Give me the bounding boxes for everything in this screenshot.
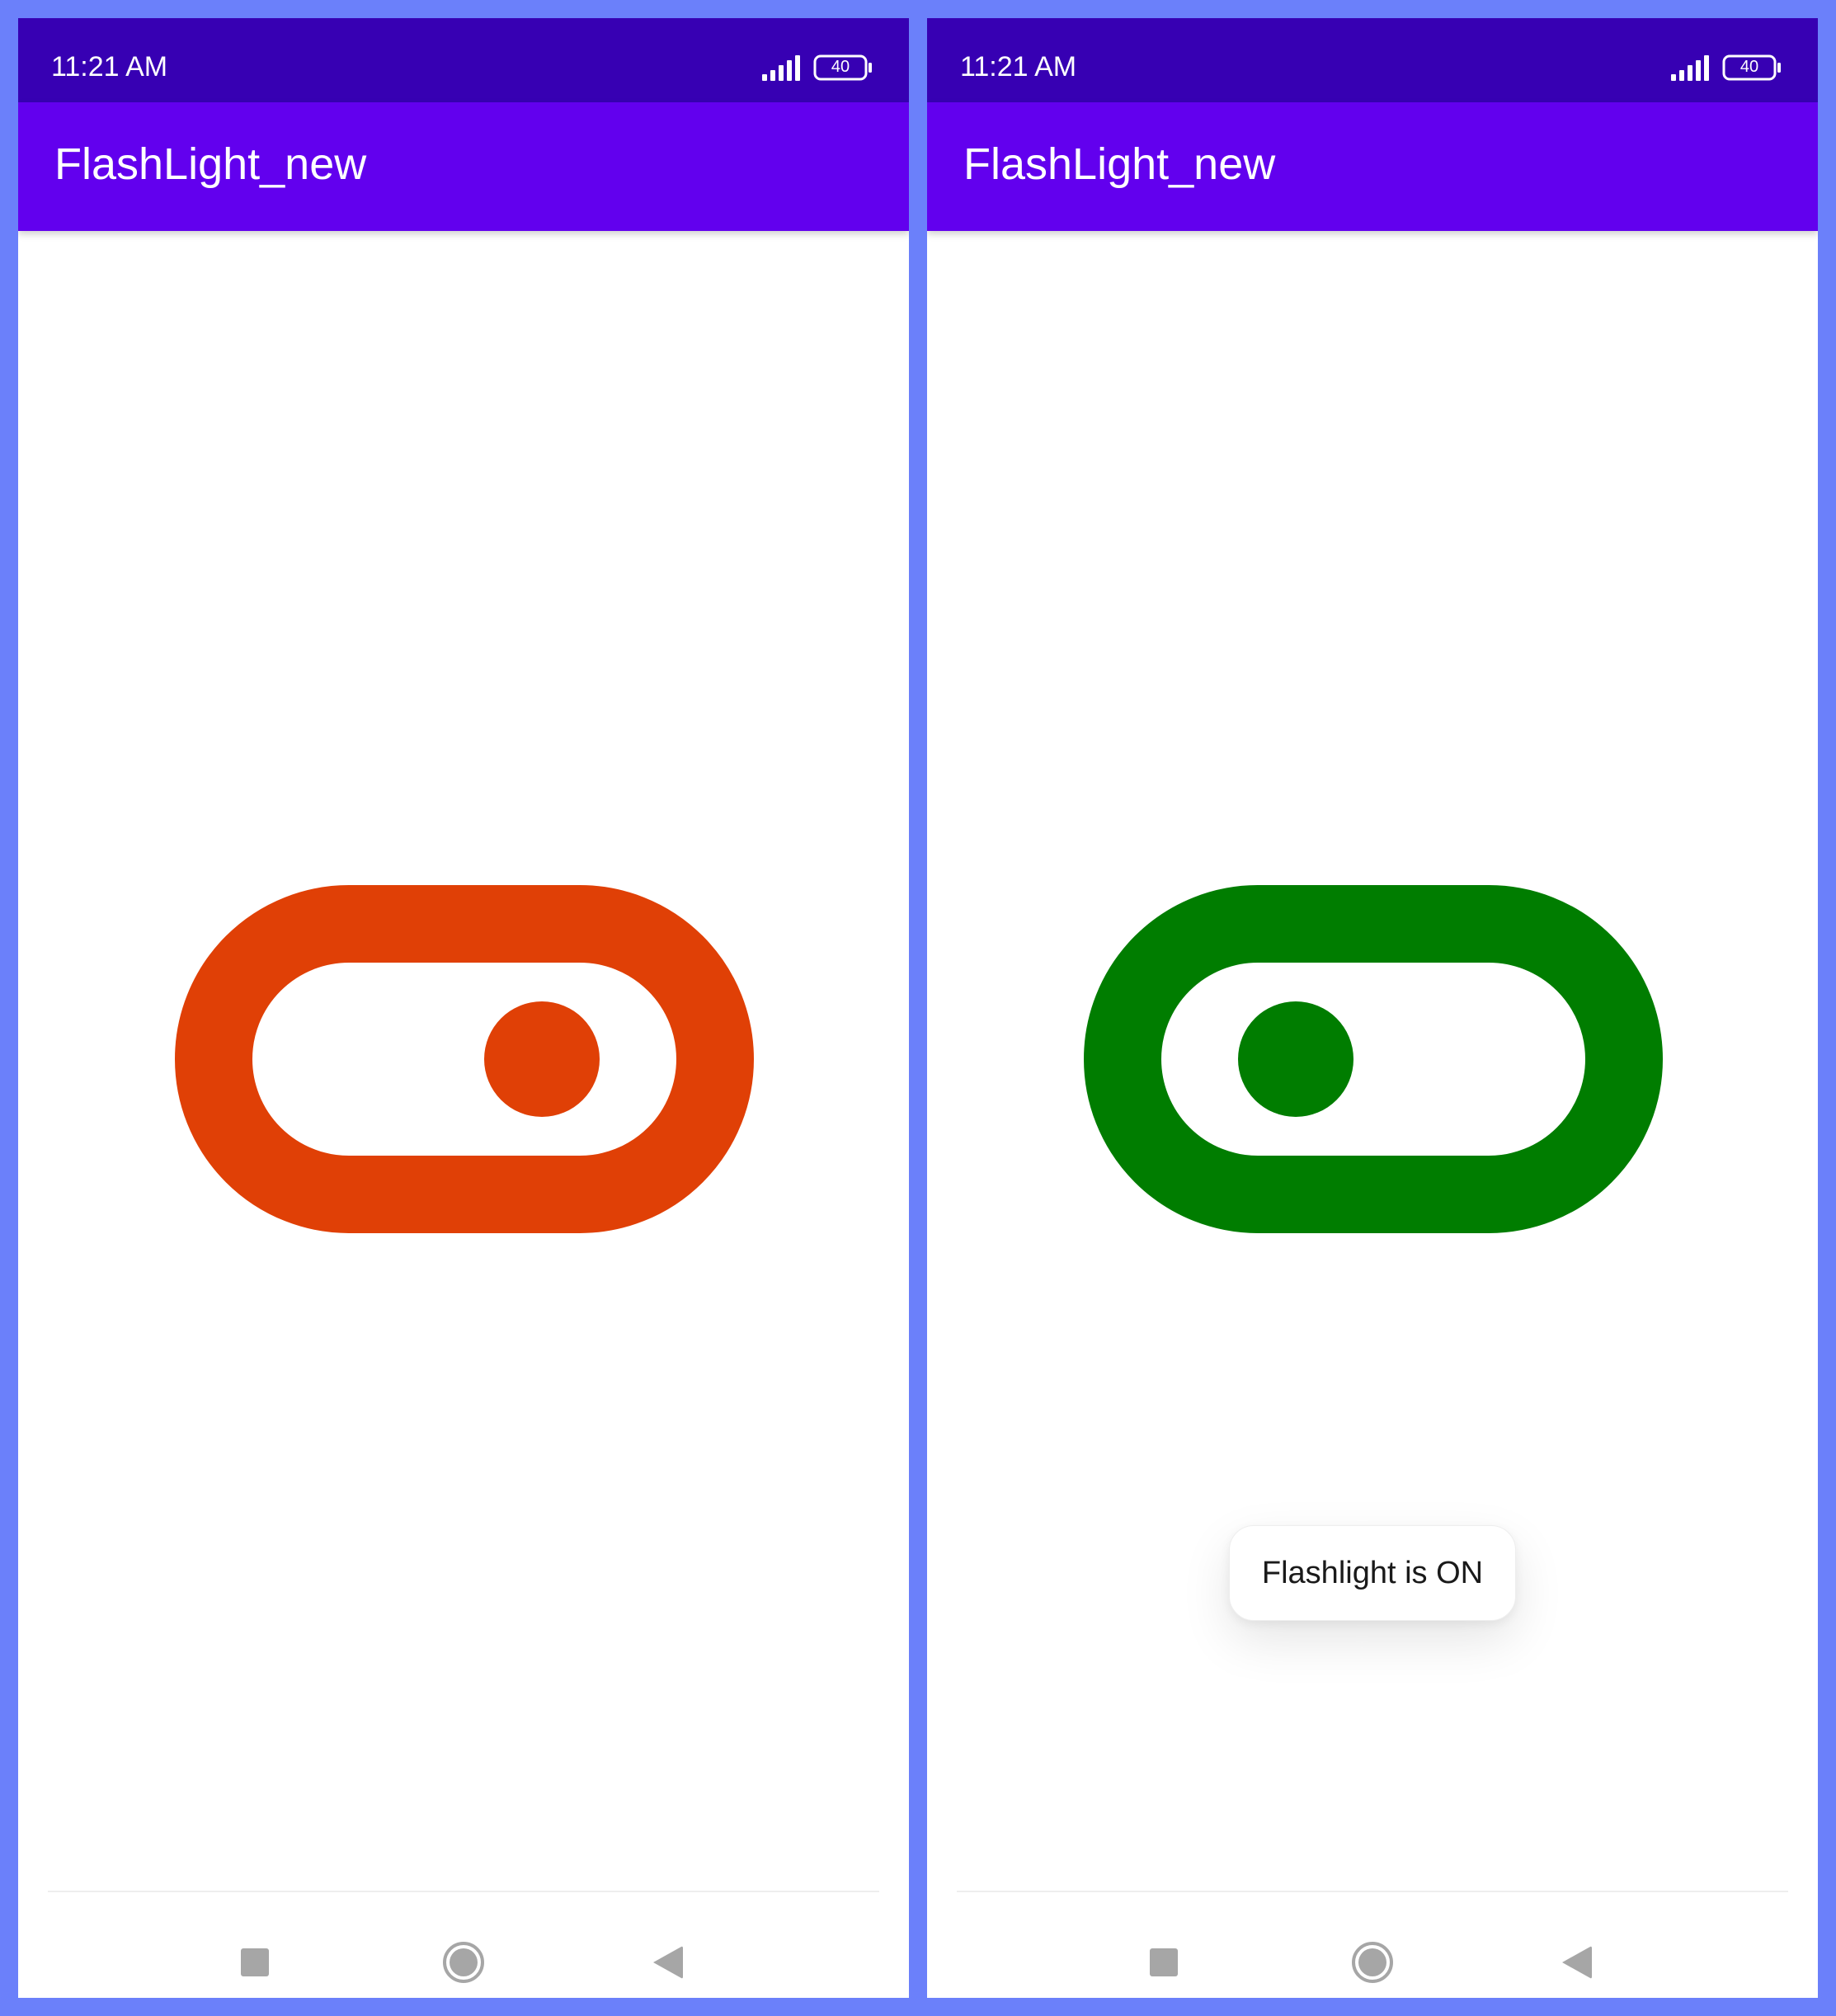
battery-icon: 40	[1722, 54, 1782, 81]
home-button[interactable]	[1344, 1934, 1401, 1991]
phone-screen-off: 11:21 AM 40 FlashLight_new	[18, 18, 909, 1998]
recents-button[interactable]	[1135, 1934, 1193, 1991]
toggle-off-icon	[175, 885, 754, 1233]
nav-divider	[48, 1891, 879, 1892]
triangle-back-icon	[1562, 1946, 1592, 1979]
toggle-knob	[1238, 1001, 1353, 1117]
status-bar: 11:21 AM 40	[18, 18, 909, 102]
back-button[interactable]	[1547, 1934, 1605, 1991]
battery-level: 40	[831, 58, 850, 76]
toast-message: Flashlight is ON	[1229, 1525, 1516, 1621]
circle-icon	[443, 1942, 484, 1983]
status-time: 11:21 AM	[51, 51, 168, 82]
square-icon	[241, 1948, 269, 1976]
signal-bars-icon	[1671, 55, 1709, 81]
phone-screen-on: 11:21 AM 40 FlashLight_new Flashlight is…	[927, 18, 1818, 1998]
nav-divider	[957, 1891, 1788, 1892]
triangle-back-icon	[653, 1946, 683, 1979]
toast-text: Flashlight is ON	[1261, 1556, 1484, 1590]
app-title: FlashLight_new	[963, 139, 1276, 189]
battery-icon: 40	[813, 54, 873, 81]
battery-level: 40	[1739, 58, 1759, 76]
app-bar: FlashLight_new	[927, 102, 1818, 231]
flashlight-toggle-button[interactable]	[1084, 885, 1663, 1233]
app-bar: FlashLight_new	[18, 102, 909, 231]
circle-icon	[1352, 1942, 1393, 1983]
home-button[interactable]	[435, 1934, 492, 1991]
square-icon	[1150, 1948, 1178, 1976]
flashlight-toggle-button[interactable]	[175, 885, 754, 1233]
app-title: FlashLight_new	[54, 139, 367, 189]
recents-button[interactable]	[226, 1934, 284, 1991]
toggle-knob	[484, 1001, 600, 1117]
status-bar: 11:21 AM 40	[927, 18, 1818, 102]
status-time: 11:21 AM	[960, 51, 1077, 82]
toggle-on-icon	[1084, 885, 1663, 1233]
back-button[interactable]	[638, 1934, 696, 1991]
signal-bars-icon	[762, 55, 800, 81]
